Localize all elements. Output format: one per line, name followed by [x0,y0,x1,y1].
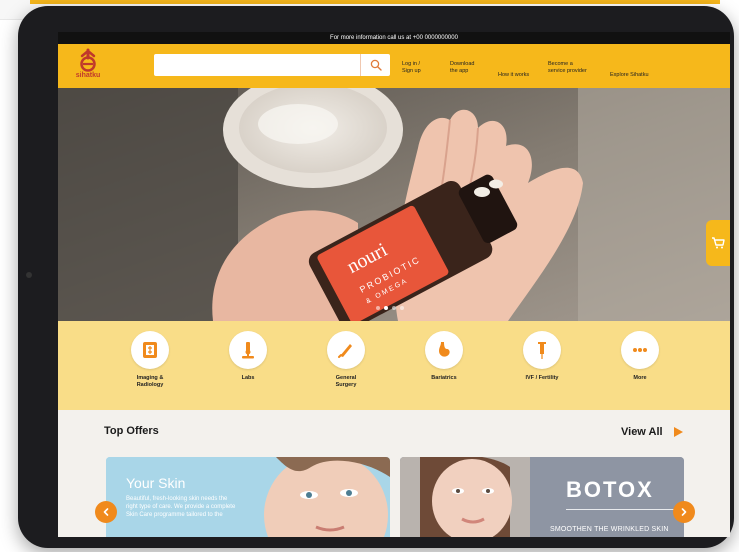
category-icon-circle [425,331,463,369]
category-labs[interactable]: Labs [208,331,288,382]
download-app-link[interactable]: Download the app [450,61,474,75]
website-screen: For more information call us at +00 0000… [58,32,730,537]
top-offers-title: Top Offers [104,425,159,437]
skin-body-line-1: Beautiful, fresh-looking skin needs the [126,496,228,502]
category-icon-circle [229,331,267,369]
category-label: Labs [208,375,288,382]
category-icon-circle [327,331,365,369]
chevron-left-icon [103,508,109,516]
become-provider-link[interactable]: Become a service provider [548,61,587,75]
category-icon-circle [523,331,561,369]
how-it-works-link[interactable]: How it works [498,72,529,79]
tablet-frame: For more information call us at +00 0000… [18,6,734,548]
botox-offer-title: BOTOX [566,477,654,502]
category-label-line-2: Surgery [335,382,357,388]
logo-mark-icon [80,48,96,72]
login-label: Log in / [402,61,421,67]
stomach-icon [439,342,450,357]
scalpel-icon [338,344,352,358]
category-ivf-fertility[interactable]: IVF / Fertility [502,331,582,382]
more-icon [633,348,647,352]
category-label: Bariatrics [404,375,484,382]
botox-divider [566,509,674,510]
category-label-line-1: Bariatrics [431,375,457,381]
category-imaging-radiology[interactable]: Imaging & Radiology [110,331,190,389]
syringe-icon [538,342,546,359]
slide-dot-4[interactable] [400,306,404,310]
announcement-bar: For more information call us at +00 0000… [58,32,730,44]
skin-offer-title: Your Skin [126,475,186,491]
cart-tab[interactable] [706,220,730,266]
category-label: IVF / Fertility [502,375,582,382]
imaging-icon [143,342,157,358]
hero-slide-dots [376,306,404,310]
offer-card-your-skin[interactable]: Your Skin Beautiful, fresh-looking skin … [106,457,390,537]
offers-prev-button[interactable] [95,501,117,523]
category-label-line-1: Labs [241,375,255,381]
skin-offer-body: Beautiful, fresh-looking skin needs the … [126,495,276,519]
provider-label-1: Become a [548,61,573,67]
explore-link[interactable]: Explore Sihatku [610,72,649,79]
category-general-surgery[interactable]: General Surgery [306,331,386,389]
hero-banner: nouri PROBIOTIC & OMEGA [58,88,730,321]
skin-body-line-2: right type of care. We provide a complet… [126,504,236,510]
category-label-line-1: General [335,375,357,381]
category-icon-circle [621,331,659,369]
sihatku-logo[interactable]: sihatku [66,48,110,84]
category-more[interactable]: More [600,331,680,382]
botox-offer-subtitle: SMOOTHEN THE WRINKLED SKIN [550,526,669,533]
page-top-accent [30,0,720,4]
login-signup-link[interactable]: Log in / Sign up [402,61,421,75]
hero-photo: nouri PROBIOTIC & OMEGA [58,88,730,321]
category-icon-circle [131,331,169,369]
play-arrow-icon[interactable] [672,426,684,438]
search-input[interactable] [154,54,358,76]
category-label-line-1: More [633,375,647,381]
offer-card-botox[interactable]: BOTOX SMOOTHEN THE WRINKLED SKIN [400,457,684,537]
microscope-icon [242,342,254,359]
download-label-1: Download [450,61,475,67]
category-label-line-1: Imaging & [136,375,164,381]
site-header: sihatku Log in / Sign up Download the ap… [58,44,730,88]
cart-icon [712,237,725,249]
logo-wordmark: sihatku [75,72,101,79]
category-label: Imaging & Radiology [110,375,190,389]
skin-body-line-3: Skin Care programme tailored to the [126,512,223,518]
provider-label-2: service provider [548,68,587,74]
chevron-right-icon [681,508,687,516]
view-all-link[interactable]: View All [621,426,663,438]
category-bariatrics[interactable]: Bariatrics [404,331,484,382]
category-label-line-2: Radiology [136,382,164,388]
category-label: General Surgery [306,375,386,389]
top-offers-section: Top Offers View All Your Skin Beautiful,… [58,410,730,537]
slide-dot-1[interactable] [376,306,380,310]
slide-dot-2[interactable] [384,306,388,310]
category-label: More [600,375,680,382]
category-label-line-1: IVF / Fertility [525,375,559,381]
search-bar [154,54,390,76]
category-strip: Imaging & Radiology Labs General Surgery… [58,321,730,410]
slide-dot-3[interactable] [392,306,396,310]
search-button[interactable] [360,54,390,76]
search-icon [370,59,382,71]
download-label-2: the app [450,68,469,74]
offers-next-button[interactable] [673,501,695,523]
signup-label: Sign up [402,68,421,74]
tablet-camera [26,272,32,278]
